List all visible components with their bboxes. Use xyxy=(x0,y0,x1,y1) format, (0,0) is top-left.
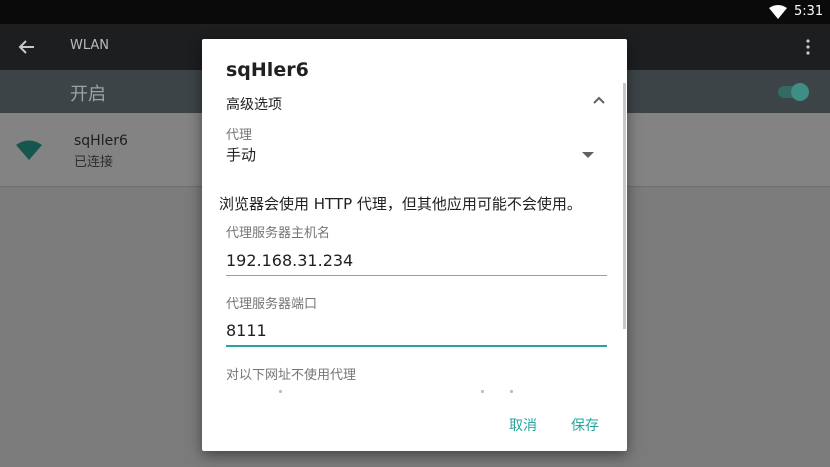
network-status: 已连接 xyxy=(74,155,114,170)
proxy-host-label: 代理服务器主机名 xyxy=(226,226,331,241)
proxy-host-input[interactable] xyxy=(226,249,607,276)
status-time: 5:31 xyxy=(794,4,824,19)
proxy-select[interactable]: 手动 xyxy=(226,141,596,167)
arrow-back-icon[interactable] xyxy=(16,36,38,58)
wifi-full-icon xyxy=(16,140,42,160)
network-name: sqHler6 xyxy=(74,133,128,149)
switch-label: 开启 xyxy=(70,84,106,105)
cancel-button[interactable]: 取消 xyxy=(509,415,537,435)
clipped-text xyxy=(226,390,596,396)
page-title: WLAN xyxy=(70,38,110,53)
network-dialog: sqHler6 高级选项 代理 手动 浏览器会使用 HTTP 代理，但其他应用可… xyxy=(202,39,627,451)
proxy-warning-text: 浏览器会使用 HTTP 代理，但其他应用可能不会使用。 xyxy=(219,195,582,213)
chevron-up-icon[interactable] xyxy=(592,95,606,105)
wifi-signal-icon xyxy=(769,5,787,19)
status-bar: 5:31 xyxy=(0,0,830,24)
proxy-bypass-label: 对以下网址不使用代理 xyxy=(226,368,357,383)
dialog-scrollbar[interactable] xyxy=(623,83,626,329)
proxy-port-input[interactable] xyxy=(226,319,607,347)
dropdown-arrow-icon xyxy=(582,152,594,158)
wlan-toggle[interactable] xyxy=(776,82,812,102)
more-vert-icon[interactable] xyxy=(800,36,816,58)
save-button[interactable]: 保存 xyxy=(571,415,599,435)
advanced-options-label[interactable]: 高级选项 xyxy=(226,94,282,114)
dialog-title: sqHler6 xyxy=(226,59,309,81)
proxy-port-label: 代理服务器端口 xyxy=(226,297,318,312)
proxy-select-value: 手动 xyxy=(226,146,257,164)
